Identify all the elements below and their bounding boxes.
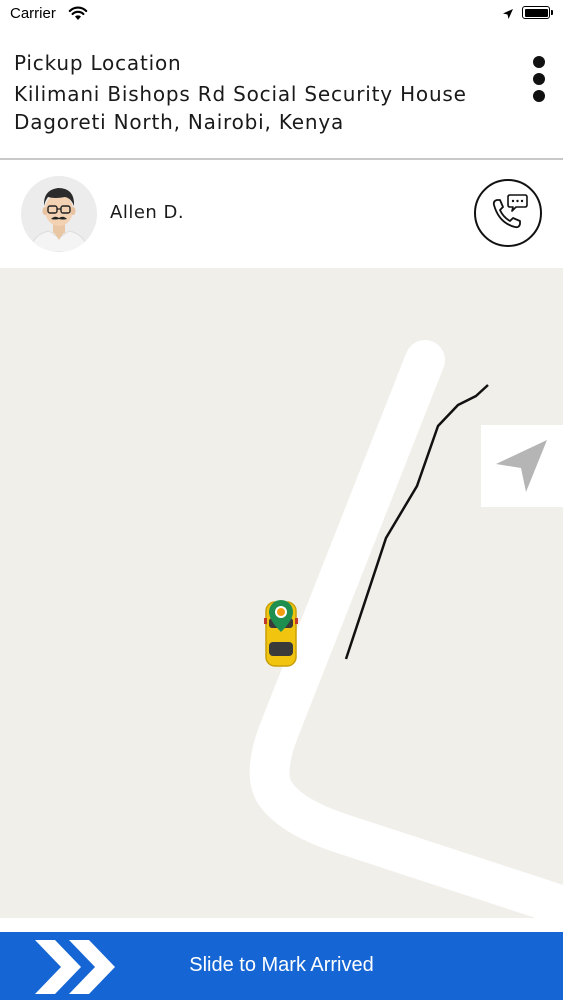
map-view[interactable]	[0, 268, 563, 918]
map-roads	[249, 340, 563, 918]
phone-chat-icon	[492, 194, 528, 229]
battery-full-icon	[522, 6, 553, 19]
slide-label: Slide to Mark Arrived	[189, 954, 374, 976]
status-bar: Carrier	[0, 0, 563, 30]
pickup-title: Pickup Location	[14, 51, 182, 75]
carrier-label: Carrier	[10, 5, 56, 22]
driver-name: Allen D.	[110, 202, 185, 223]
navigation-arrow-icon	[496, 440, 547, 492]
pickup-location-panel: Pickup Location Kilimani Bishops Rd Soci…	[0, 30, 563, 160]
taxi-car-icon	[264, 600, 298, 667]
driver-info-row: Allen D.	[0, 162, 563, 268]
pickup-address: Kilimani Bishops Rd Social Security Hous…	[14, 82, 467, 134]
call-driver-button[interactable]	[474, 179, 542, 247]
location-arrow-icon	[503, 9, 513, 19]
slide-to-arrive-bar[interactable]: Slide to Mark Arrived	[0, 932, 563, 1000]
more-vertical-icon[interactable]	[522, 56, 556, 102]
driver-avatar	[21, 176, 97, 252]
wifi-icon	[68, 6, 88, 20]
recenter-button[interactable]	[481, 425, 563, 507]
